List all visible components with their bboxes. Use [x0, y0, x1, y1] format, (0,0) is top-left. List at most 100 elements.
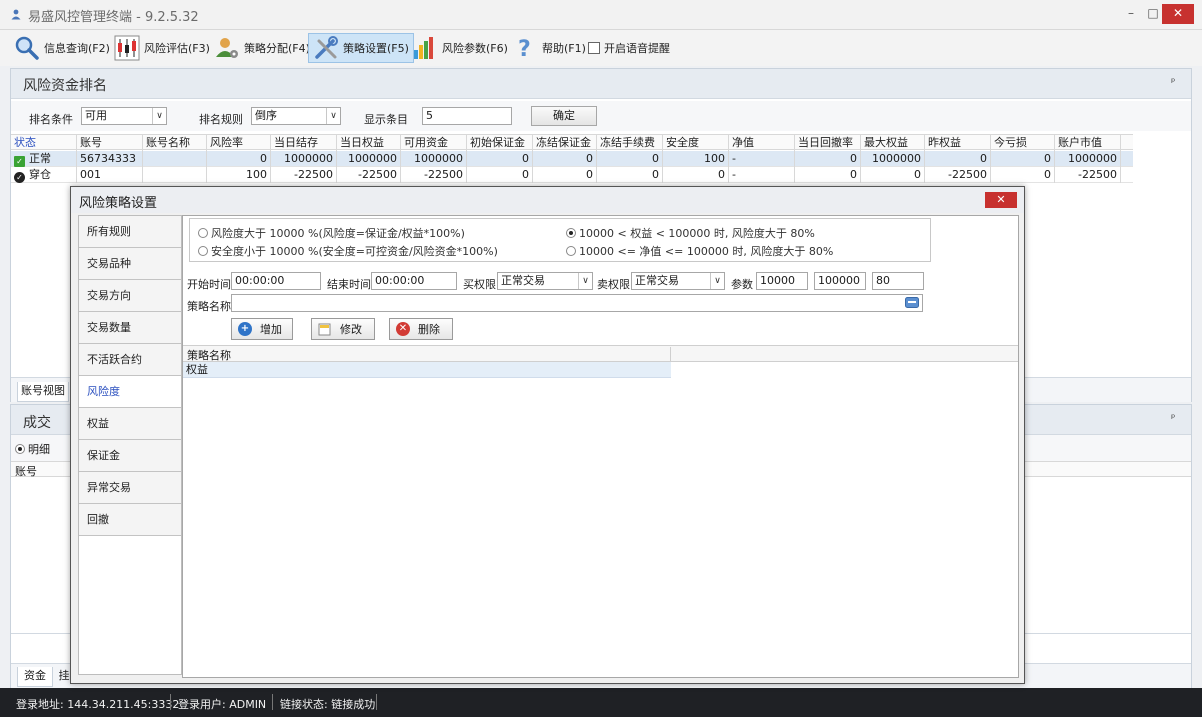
nav-item[interactable]: 交易数量	[79, 312, 181, 344]
status-breach-icon: ✓	[14, 172, 25, 183]
toolbar-strategy-settings[interactable]: 策略设置(F5)	[308, 33, 414, 63]
toolbar-risk-eval[interactable]: 风险评估(F3)	[110, 33, 214, 63]
chevron-down-icon: ∨	[578, 273, 592, 289]
strategy-table: 策略名称 权益	[183, 345, 1018, 677]
confirm-button[interactable]: 确定	[531, 106, 597, 126]
rule-option-equity[interactable]: 10000 < 权益 < 100000 时, 风险度大于 80%	[566, 225, 815, 241]
col-strategy-name: 策略名称	[185, 347, 671, 362]
tab-account-view[interactable]: 账号视图	[17, 382, 69, 402]
nav-item[interactable]: 回撤	[79, 504, 181, 536]
divider	[272, 694, 273, 710]
column-header[interactable]: 风险率	[207, 135, 271, 151]
cell-account: 001	[77, 167, 143, 183]
panel-title: 风险资金排名	[23, 78, 107, 94]
cell-account: 56734333	[77, 151, 143, 167]
rule-option-net-value[interactable]: 10000 <= 净值 <= 100000 时, 风险度大于 80%	[566, 243, 833, 259]
toolbar-info-query[interactable]: 信息查询(F2)	[10, 33, 114, 63]
tab-funds[interactable]: 资金	[17, 667, 53, 687]
radio-risk[interactable]	[198, 228, 208, 238]
close-button[interactable]: ✕	[1162, 4, 1194, 24]
rule-equity-label: 10000 < 权益 < 100000 时, 风险度大于 80%	[579, 227, 815, 240]
column-header[interactable]: 冻结保证金	[533, 135, 597, 151]
column-header[interactable]: 当日权益	[337, 135, 401, 151]
help-icon: ?	[518, 37, 531, 61]
voice-alert-label: 开启语音提醒	[604, 42, 670, 55]
checkbox-box[interactable]	[588, 42, 600, 54]
nav-item[interactable]: 交易品种	[79, 248, 181, 280]
tab-partial[interactable]: 挂	[57, 667, 71, 687]
column-header[interactable]: 初始保证金	[467, 135, 533, 151]
cell-balance: -22500	[271, 167, 337, 183]
strategy-name-input[interactable]	[231, 294, 923, 312]
radio-detail[interactable]: 明细	[15, 441, 50, 457]
rule-risk-label: 风险度大于 10000 %(风险度=保证金/权益*100%)	[211, 227, 465, 240]
ranking-grid-body: ✓ 正常 56734333 0 1000000 1000000 1000000 0 0 0 100-…	[11, 151, 1133, 185]
table-row[interactable]: ✓ 穿仓 001 100 -22500 -22500 -22500 0 0 0 0-0 0 -22500…	[11, 167, 1133, 183]
cell-frozen-fee: 0	[597, 151, 663, 167]
pin-icon[interactable]: ᵖ	[1171, 77, 1175, 88]
keyboard-icon[interactable]	[905, 297, 919, 309]
status-cell: ✓ 穿仓	[11, 167, 77, 183]
cell-net: -	[729, 167, 795, 183]
sell-perm-select[interactable]: 正常交易 ∨	[631, 272, 725, 290]
rule-option-safety[interactable]: 安全度小于 10000 %(安全度=可控资金/风险资金*100%)	[198, 243, 498, 259]
nav-item[interactable]: 不活跃合约	[79, 344, 181, 376]
nav-item[interactable]: 风险度	[79, 376, 181, 408]
column-header[interactable]: 最大权益	[861, 135, 925, 151]
cell-name	[143, 151, 207, 167]
column-header[interactable]: 净值	[729, 135, 795, 151]
column-header[interactable]: 账号	[77, 135, 143, 151]
param-3-input[interactable]: 80	[872, 272, 924, 290]
column-header[interactable]: 当日结存	[271, 135, 337, 151]
radio-safety[interactable]	[198, 246, 208, 256]
column-header[interactable]: 账户市值	[1055, 135, 1121, 151]
cell-frozen-margin: 0	[533, 167, 597, 183]
edit-icon	[318, 323, 331, 336]
delete-label: 删除	[418, 323, 440, 336]
rule-option-risk[interactable]: 风险度大于 10000 %(风险度=保证金/权益*100%)	[198, 225, 465, 241]
column-header[interactable]: 昨权益	[925, 135, 991, 151]
edit-button[interactable]: 修改	[311, 318, 375, 340]
column-header[interactable]: 当日回撤率	[795, 135, 861, 151]
column-header[interactable]: 可用资金	[401, 135, 467, 151]
radio-equity[interactable]	[566, 228, 576, 238]
param-2-input[interactable]: 100000	[814, 272, 866, 290]
radio-net-value[interactable]	[566, 246, 576, 256]
nav-item[interactable]: 所有规则	[79, 216, 181, 248]
toolbar-help[interactable]: ? 帮助(F1)	[508, 33, 590, 63]
ranking-grid-header: 状态 账号 账号名称 风险率 当日结存 当日权益 可用资金 初始保证金 冻结保证金 冻结手续费 安全…	[11, 134, 1133, 151]
dialog-close-button[interactable]: ✕	[985, 192, 1017, 208]
param-1-input[interactable]: 10000	[756, 272, 808, 290]
voice-alert-checkbox[interactable]: 开启语音提醒	[584, 33, 674, 63]
nav-item[interactable]: 保证金	[79, 440, 181, 472]
start-time-input[interactable]: 00:00:00	[231, 272, 321, 290]
end-time-label: 结束时间	[327, 278, 371, 291]
sort-condition-select[interactable]: 可用 ∨	[81, 107, 167, 125]
toolbar-risk-params[interactable]: 风险参数(F6)	[408, 33, 512, 63]
column-header[interactable]: 安全度	[663, 135, 729, 151]
column-header[interactable]: 冻结手续费	[597, 135, 663, 151]
buy-perm-select[interactable]: 正常交易 ∨	[497, 272, 593, 290]
plus-icon: +	[238, 322, 252, 336]
table-row[interactable]: 权益	[183, 362, 671, 378]
column-header[interactable]: 账号名称	[143, 135, 207, 151]
toolbar-strategy-assign[interactable]: 策略分配(F4)	[210, 33, 314, 63]
add-button[interactable]: + 增加	[231, 318, 293, 340]
start-time-label: 开始时间	[187, 278, 231, 291]
delete-button[interactable]: ✕ 删除	[389, 318, 453, 340]
sort-rule-select[interactable]: 倒序 ∨	[251, 107, 341, 125]
nav-item[interactable]: 权益	[79, 408, 181, 440]
radio-dot[interactable]	[15, 444, 25, 454]
nav-item[interactable]: 异常交易	[79, 472, 181, 504]
column-header[interactable]: 状态	[11, 135, 77, 151]
table-row[interactable]: ✓ 正常 56734333 0 1000000 1000000 1000000 0 0 0 100-…	[11, 151, 1133, 167]
strategy-table-header: 策略名称	[183, 345, 1018, 362]
display-count-input[interactable]: 5	[422, 107, 512, 125]
cell-available: -22500	[401, 167, 467, 183]
nav-item[interactable]: 交易方向	[79, 280, 181, 312]
cell-available: 1000000	[401, 151, 467, 167]
cell-risk: 100	[207, 167, 271, 183]
pin-icon[interactable]: ᵖ	[1171, 413, 1175, 424]
end-time-input[interactable]: 00:00:00	[371, 272, 457, 290]
column-header[interactable]: 今亏损	[991, 135, 1055, 151]
